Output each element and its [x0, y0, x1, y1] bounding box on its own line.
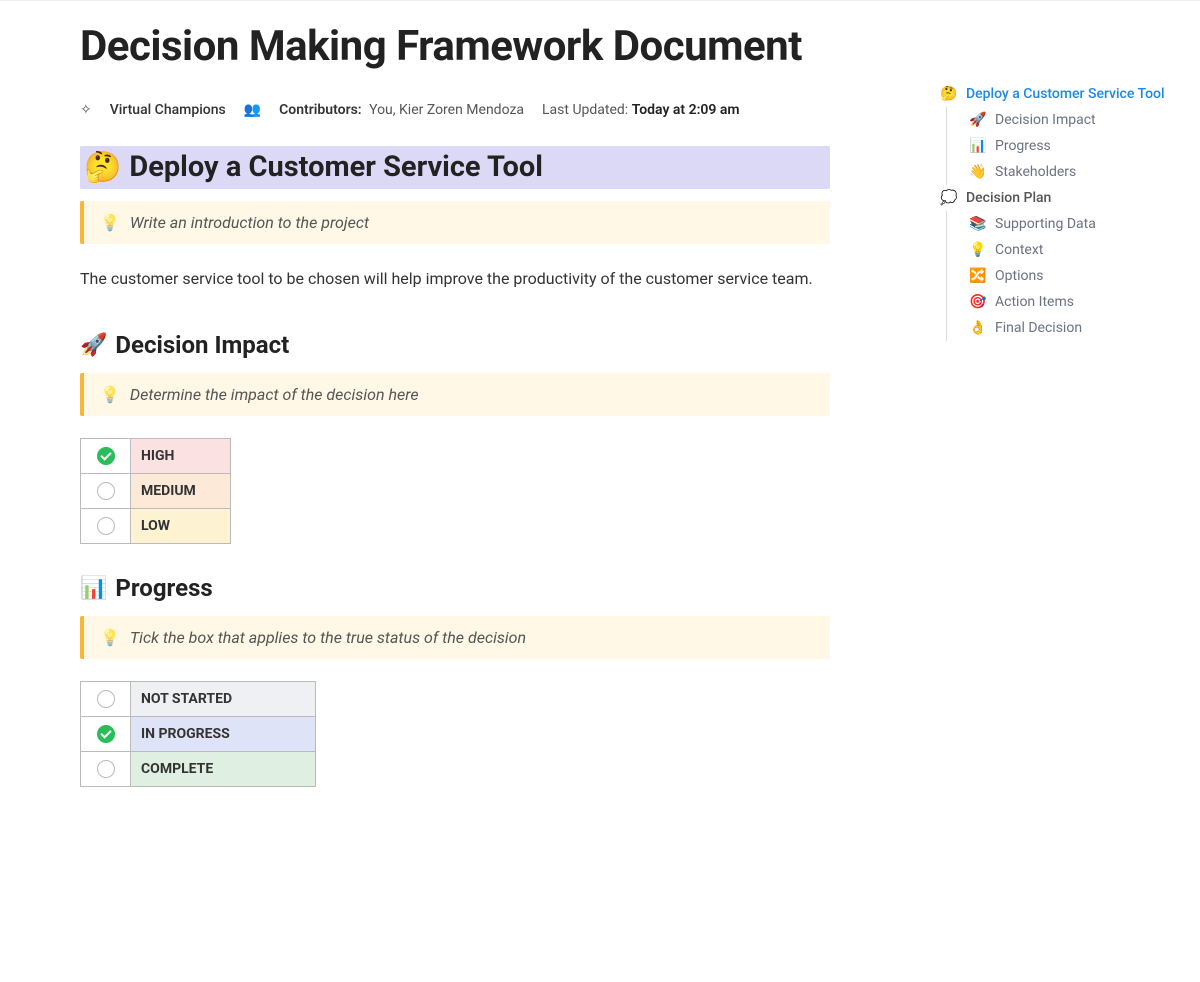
progress-row-in-progress: IN PROGRESS	[81, 717, 316, 752]
callout-intro[interactable]: 💡 Write an introduction to the project	[80, 201, 830, 244]
wave-icon: 👋	[969, 164, 987, 180]
section-heading-text: Deploy a Customer Service Tool	[129, 150, 543, 184]
heading-progress: 📊 Progress	[80, 574, 830, 602]
outline-item-options[interactable]: 🔀 Options	[946, 263, 1200, 289]
contributors-label: Contributors:	[279, 102, 361, 118]
outline-label: Final Decision	[995, 320, 1082, 336]
progress-complete-label: COMPLETE	[131, 752, 316, 787]
heading-progress-text: Progress	[115, 574, 212, 602]
impact-medium-label: MEDIUM	[131, 474, 231, 509]
thinking-icon: 🤔	[84, 150, 121, 185]
outline-item-context[interactable]: 💡 Context	[946, 237, 1200, 263]
heading-decision-impact: 🚀 Decision Impact	[80, 331, 830, 359]
impact-high-checkbox[interactable]	[97, 447, 115, 465]
section-heading-deploy: 🤔 Deploy a Customer Service Tool	[80, 146, 830, 189]
last-updated-label: Last Updated:	[542, 102, 628, 118]
impact-low-label: LOW	[131, 509, 231, 544]
contributors-value: You, Kier Zoren Mendoza	[369, 102, 524, 118]
bulb-icon: 💡	[100, 213, 120, 232]
callout-progress[interactable]: 💡 Tick the box that applies to the true …	[80, 616, 830, 659]
impact-medium-checkbox[interactable]	[97, 482, 115, 500]
outline-item-supporting-data[interactable]: 📚 Supporting Data	[946, 211, 1200, 237]
outline-label: Progress	[995, 138, 1051, 154]
target-icon: 🎯	[969, 294, 987, 310]
intro-body-text[interactable]: The customer service tool to be chosen w…	[80, 266, 830, 292]
bulb-icon: 💡	[100, 385, 120, 404]
outline-label: Decision Impact	[995, 112, 1096, 128]
callout-impact[interactable]: 💡 Determine the impact of the decision h…	[80, 373, 830, 416]
progress-complete-checkbox[interactable]	[97, 760, 115, 778]
impact-high-label: HIGH	[131, 439, 231, 474]
progress-row-not-started: NOT STARTED	[81, 682, 316, 717]
outline-item-stakeholders[interactable]: 👋 Stakeholders	[946, 159, 1200, 185]
outline-item-deploy[interactable]: 🤔 Deploy a Customer Service Tool	[940, 81, 1200, 107]
impact-row-medium: MEDIUM	[81, 474, 231, 509]
contributors-icon: 👥	[244, 102, 261, 118]
callout-intro-text: Write an introduction to the project	[130, 213, 369, 232]
team-icon: ✧	[80, 102, 92, 118]
outline-item-decision-plan[interactable]: 💭 Decision Plan	[940, 185, 1200, 211]
rocket-icon: 🚀	[80, 333, 107, 358]
impact-low-checkbox[interactable]	[97, 517, 115, 535]
outline-label: Action Items	[995, 294, 1074, 310]
heading-decision-impact-text: Decision Impact	[115, 331, 289, 359]
progress-in-progress-label: IN PROGRESS	[131, 717, 316, 752]
last-updated-field: Last Updated: Today at 2:09 am	[542, 102, 740, 118]
progress-row-complete: COMPLETE	[81, 752, 316, 787]
ok-hand-icon: 👌	[969, 320, 987, 336]
document-outline: 🤔 Deploy a Customer Service Tool 🚀 Decis…	[940, 1, 1200, 341]
outline-label: Decision Plan	[966, 190, 1051, 206]
impact-row-low: LOW	[81, 509, 231, 544]
outline-item-final-decision[interactable]: 👌 Final Decision	[946, 315, 1200, 341]
outline-item-action-items[interactable]: 🎯 Action Items	[946, 289, 1200, 315]
progress-table: NOT STARTED IN PROGRESS COMPLETE	[80, 681, 316, 787]
chart-icon: 📊	[969, 138, 987, 154]
outline-label: Supporting Data	[995, 216, 1096, 232]
rocket-icon: 🚀	[969, 112, 987, 128]
last-updated-value: Today at 2:09 am	[632, 102, 740, 118]
page-title: Decision Making Framework Document	[80, 21, 830, 74]
team-name[interactable]: Virtual Champions	[110, 102, 226, 118]
books-icon: 📚	[969, 216, 987, 232]
contributors-field[interactable]: Contributors: You, Kier Zoren Mendoza	[279, 102, 524, 118]
impact-row-high: HIGH	[81, 439, 231, 474]
callout-progress-text: Tick the box that applies to the true st…	[130, 628, 526, 647]
chart-icon: 📊	[80, 576, 107, 601]
thinking-icon: 🤔	[940, 86, 958, 102]
shuffle-icon: 🔀	[969, 268, 987, 284]
callout-impact-text: Determine the impact of the decision her…	[130, 385, 419, 404]
impact-table: HIGH MEDIUM LOW	[80, 438, 231, 544]
outline-label: Stakeholders	[995, 164, 1076, 180]
progress-not-started-label: NOT STARTED	[131, 682, 316, 717]
bulb-icon: 💡	[100, 628, 120, 647]
thought-icon: 💭	[940, 190, 958, 206]
outline-label: Deploy a Customer Service Tool	[966, 86, 1165, 102]
outline-item-decision-impact[interactable]: 🚀 Decision Impact	[946, 107, 1200, 133]
progress-in-progress-checkbox[interactable]	[97, 725, 115, 743]
outline-label: Context	[995, 242, 1043, 258]
progress-not-started-checkbox[interactable]	[97, 690, 115, 708]
outline-item-progress[interactable]: 📊 Progress	[946, 133, 1200, 159]
bulb-icon: 💡	[969, 242, 987, 258]
outline-label: Options	[995, 268, 1043, 284]
document-meta: ✧ Virtual Champions 👥 Contributors: You,…	[80, 102, 830, 118]
